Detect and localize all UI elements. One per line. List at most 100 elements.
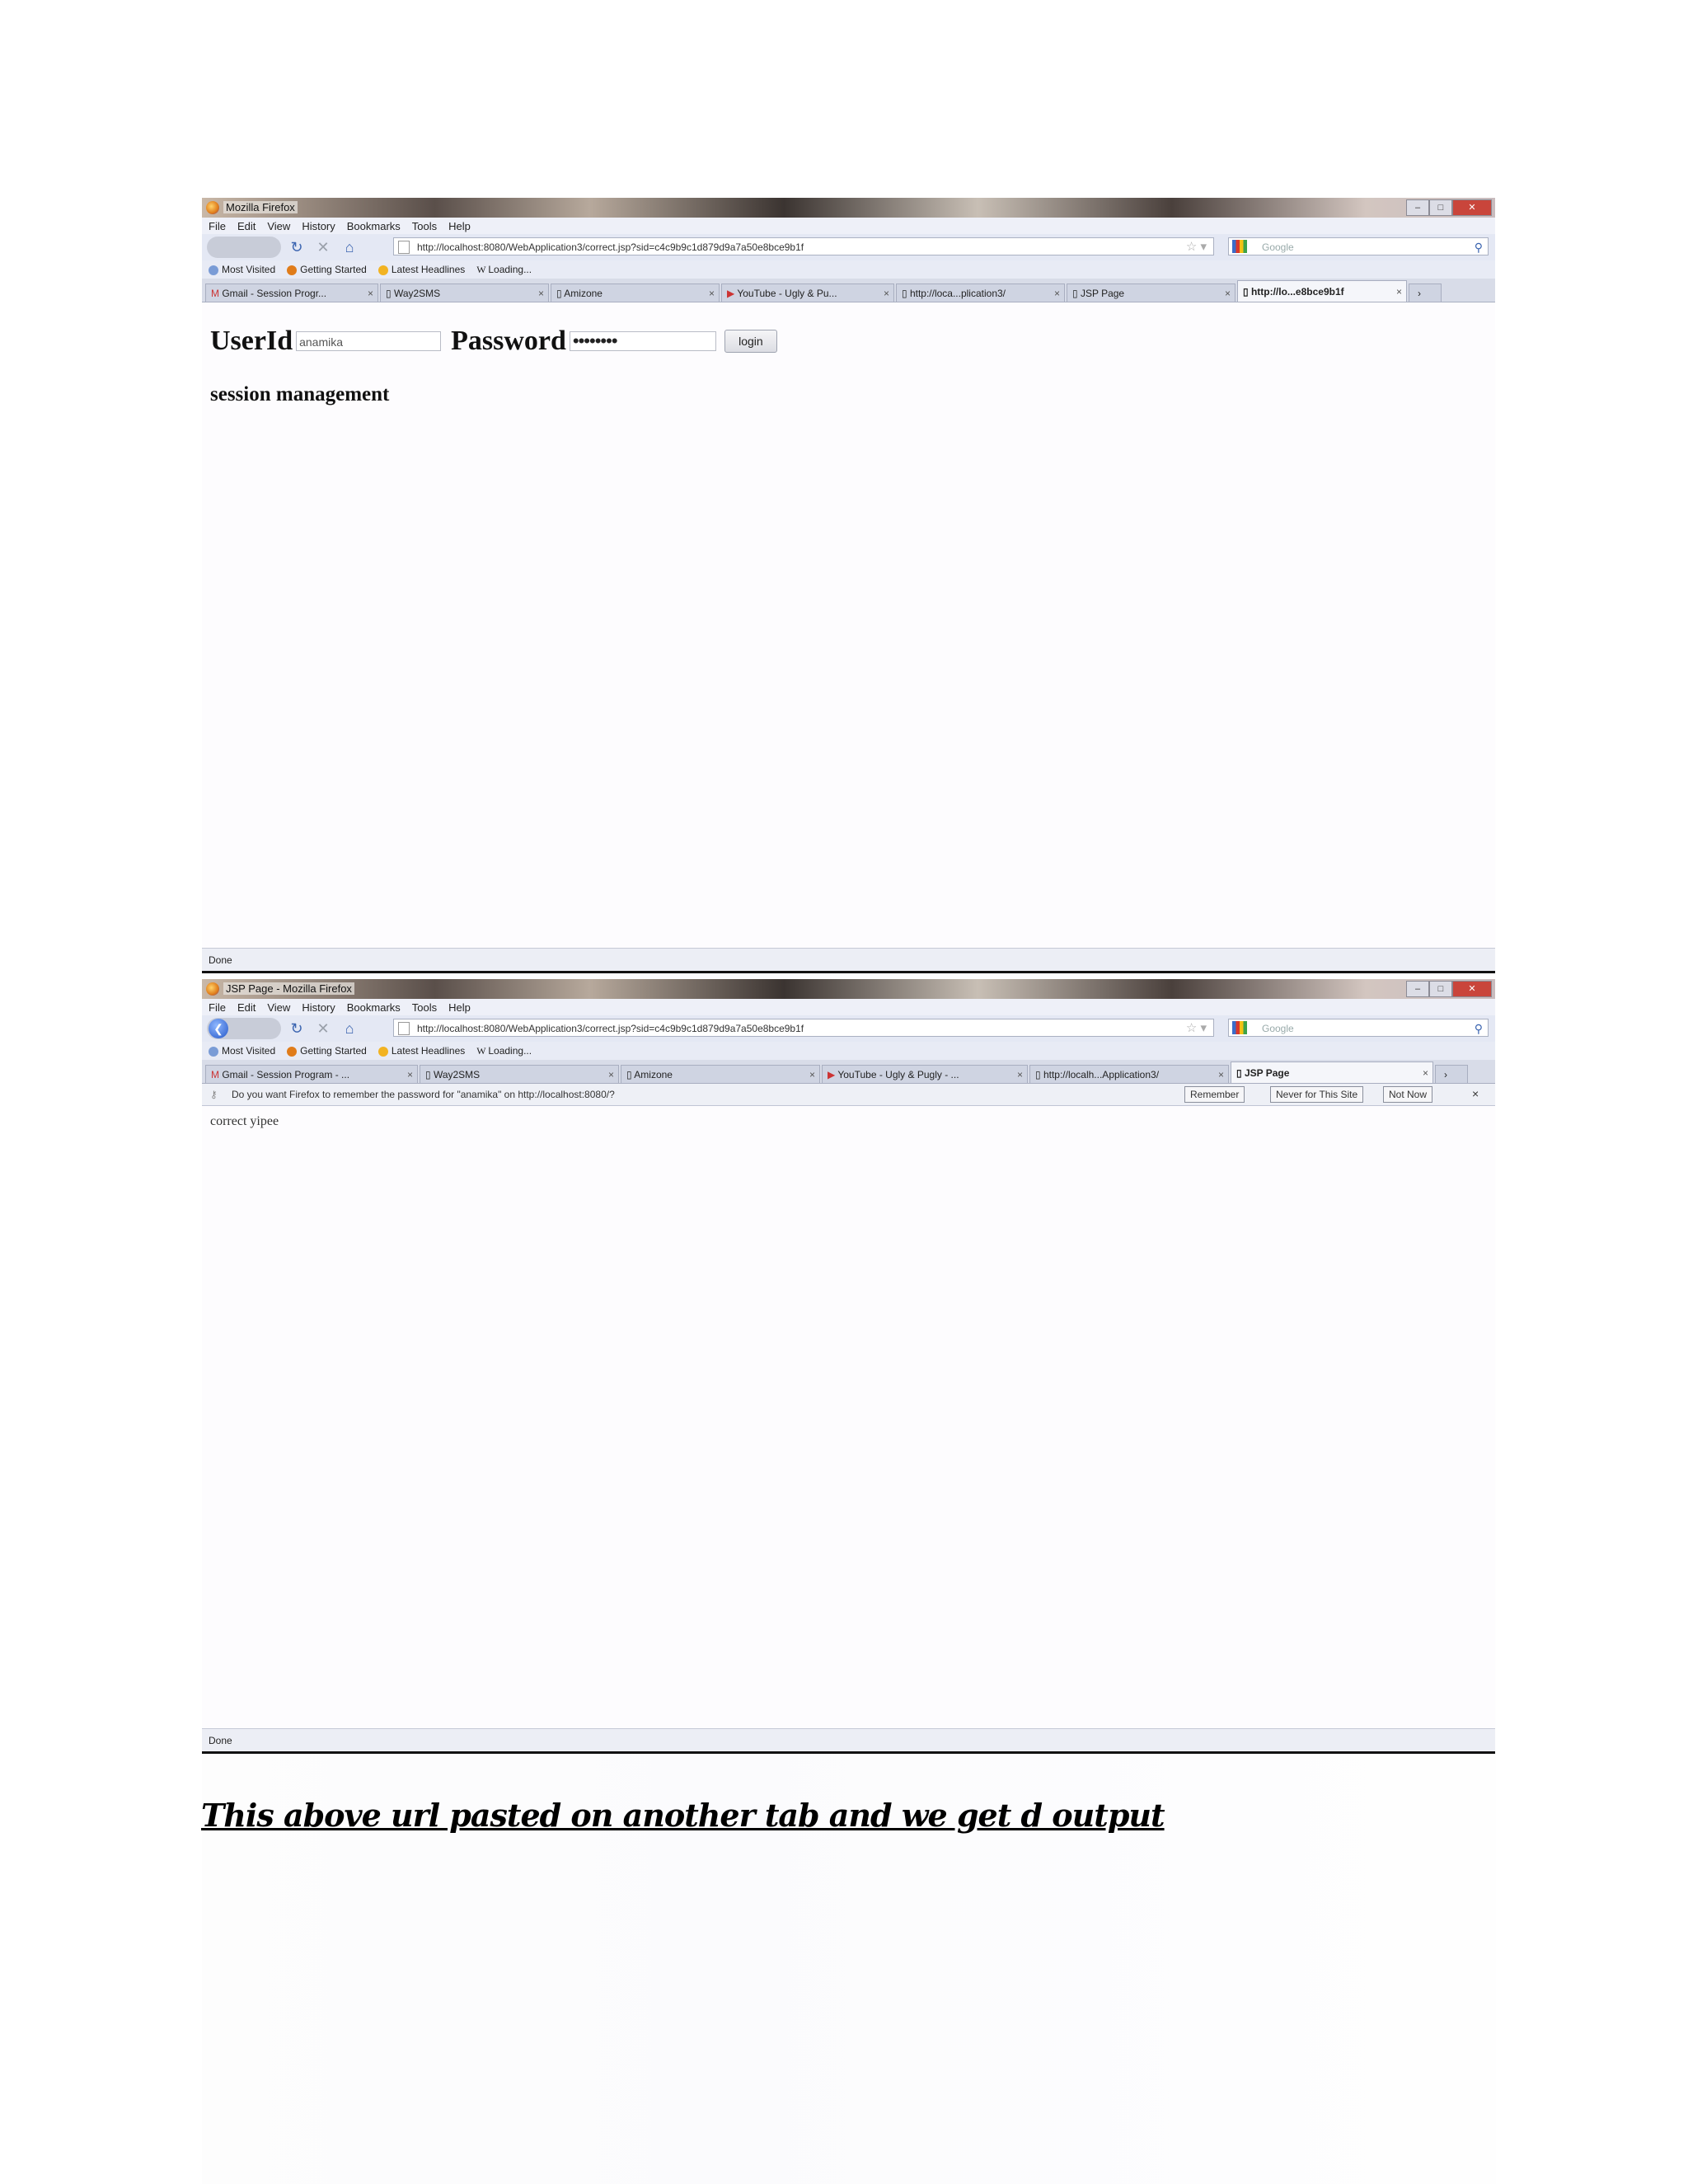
tab-localhost[interactable]: ▯ http://loca...plication3/×: [896, 284, 1065, 302]
close-icon[interactable]: ✕: [1452, 199, 1492, 216]
reload-icon[interactable]: ↻: [286, 1020, 307, 1038]
close-notification-icon[interactable]: ×: [1467, 1086, 1484, 1103]
tab-close-icon[interactable]: ×: [1017, 1066, 1023, 1083]
tab-gmail[interactable]: M Gmail - Session Progr... ×: [205, 284, 378, 302]
caption-text: This above url pasted on another tab and…: [201, 1797, 1165, 1834]
tab-amizone[interactable]: ▯ Amizone ×: [551, 284, 720, 302]
tab-localhost[interactable]: ▯ http://localh...Application3/×: [1029, 1065, 1229, 1083]
tab-scroll-right[interactable]: ›: [1435, 1065, 1468, 1083]
page-icon: ▯: [556, 288, 565, 299]
page-icon: ▯: [386, 288, 394, 299]
not-now-button[interactable]: Not Now: [1383, 1086, 1433, 1103]
reload-icon[interactable]: ↻: [286, 239, 307, 256]
menu-bookmarks[interactable]: Bookmarks: [347, 220, 401, 232]
menu-history[interactable]: History: [302, 220, 335, 232]
search-icon[interactable]: ⚲: [1475, 238, 1483, 256]
bookmark-loading[interactable]: W Loading...: [476, 264, 532, 276]
tab-close-icon[interactable]: ×: [809, 1066, 815, 1083]
bookmark-star-icon[interactable]: ☆ ▾: [1186, 1019, 1207, 1036]
tab-current[interactable]: ▯ JSP Page ×: [1231, 1062, 1433, 1083]
google-icon[interactable]: [1232, 240, 1247, 253]
back-forward-button[interactable]: [207, 237, 281, 258]
menu-tools[interactable]: Tools: [412, 1001, 437, 1014]
tab-close-icon[interactable]: ×: [884, 284, 889, 302]
stop-icon[interactable]: ✕: [312, 239, 334, 256]
rss-icon: [377, 265, 388, 275]
firefox-small-icon: [287, 1046, 298, 1057]
tab-way2sms[interactable]: ▯ Way2SMS ×: [420, 1065, 619, 1083]
page-icon: ▯: [1236, 1067, 1245, 1079]
bookmark-most-visited[interactable]: Most Visited: [209, 1045, 275, 1057]
bookmark-latest-headlines[interactable]: Latest Headlines: [377, 1045, 465, 1057]
menu-history[interactable]: History: [302, 1001, 335, 1014]
page-icon: ▯: [1035, 1069, 1043, 1080]
bookmark-getting-started[interactable]: Getting Started: [287, 1045, 367, 1057]
navigation-toolbar: ❮ ↻ ✕ ⌂ http://localhost:8080/WebApplica…: [202, 1015, 1495, 1042]
bookmark-most-visited[interactable]: Most Visited: [209, 264, 275, 275]
search-placeholder: Google: [1262, 1023, 1294, 1034]
menu-help[interactable]: Help: [448, 220, 471, 232]
menu-help[interactable]: Help: [448, 1001, 471, 1014]
menu-edit[interactable]: Edit: [237, 220, 256, 232]
menu-view[interactable]: View: [267, 1001, 290, 1014]
tab-current[interactable]: ▯ http://lo...e8bce9b1f ×: [1237, 280, 1407, 302]
menu-file[interactable]: File: [209, 1001, 226, 1014]
tab-jsp-page[interactable]: ▯ JSP Page ×: [1067, 284, 1236, 302]
password-input[interactable]: ••••••••: [569, 331, 716, 351]
home-icon[interactable]: ⌂: [339, 1020, 360, 1038]
tab-close-icon[interactable]: ×: [1423, 1062, 1428, 1083]
url-text: http://localhost:8080/WebApplication3/co…: [417, 1023, 804, 1034]
url-bar[interactable]: http://localhost:8080/WebApplication3/co…: [393, 1019, 1214, 1037]
minimize-icon[interactable]: –: [1406, 199, 1429, 216]
bookmark-loading[interactable]: W Loading...: [476, 1045, 532, 1057]
menu-view[interactable]: View: [267, 220, 290, 232]
bookmark-star-icon[interactable]: ☆ ▾: [1186, 238, 1207, 255]
tab-amizone[interactable]: ▯ Amizone ×: [621, 1065, 820, 1083]
search-bar[interactable]: Google ⚲: [1228, 237, 1489, 255]
tab-close-icon[interactable]: ×: [407, 1066, 413, 1083]
gmail-icon: M: [211, 288, 223, 299]
tab-way2sms[interactable]: ▯ Way2SMS ×: [380, 284, 549, 302]
tab-gmail[interactable]: M Gmail - Session Program - ... ×: [205, 1065, 418, 1083]
back-arrow-icon[interactable]: ❮: [209, 1019, 228, 1038]
firefox-icon: [206, 982, 219, 996]
menu-file[interactable]: File: [209, 220, 226, 232]
tab-close-icon[interactable]: ×: [538, 284, 544, 302]
tab-close-icon[interactable]: ×: [1396, 281, 1402, 302]
gmail-icon: M: [211, 1069, 223, 1080]
tab-close-icon[interactable]: ×: [608, 1066, 614, 1083]
minimize-icon[interactable]: –: [1406, 981, 1429, 997]
remember-button[interactable]: Remember: [1184, 1086, 1245, 1103]
youtube-icon: ▶: [828, 1069, 838, 1080]
userid-input[interactable]: anamika: [296, 331, 442, 351]
menu-edit[interactable]: Edit: [237, 1001, 256, 1014]
tab-youtube[interactable]: ▶ YouTube - Ugly & Pu... ×: [721, 284, 894, 302]
back-forward-button[interactable]: ❮: [207, 1018, 281, 1039]
password-label: Password: [451, 326, 566, 356]
google-icon[interactable]: [1232, 1021, 1247, 1034]
search-icon[interactable]: ⚲: [1475, 1019, 1483, 1038]
tab-scroll-right[interactable]: ›: [1409, 284, 1442, 302]
maximize-icon[interactable]: □: [1429, 981, 1452, 997]
password-notification-bar: ⚷ Do you want Firefox to remember the pa…: [202, 1084, 1495, 1106]
tab-youtube[interactable]: ▶ YouTube - Ugly & Pugly - ... ×: [822, 1065, 1028, 1083]
stop-icon[interactable]: ✕: [312, 1020, 334, 1038]
notification-text: Do you want Firefox to remember the pass…: [232, 1089, 615, 1100]
never-for-this-site-button[interactable]: Never for This Site: [1270, 1086, 1364, 1103]
close-icon[interactable]: ✕: [1452, 981, 1492, 997]
menu-tools[interactable]: Tools: [412, 220, 437, 232]
bookmark-latest-headlines[interactable]: Latest Headlines: [377, 264, 465, 275]
tab-close-icon[interactable]: ×: [709, 284, 715, 302]
home-icon[interactable]: ⌂: [339, 239, 360, 256]
bookmark-getting-started[interactable]: Getting Started: [287, 264, 367, 275]
search-bar[interactable]: Google ⚲: [1228, 1019, 1489, 1037]
tab-close-icon[interactable]: ×: [1054, 284, 1060, 302]
tab-close-icon[interactable]: ×: [368, 284, 373, 302]
menu-bookmarks[interactable]: Bookmarks: [347, 1001, 401, 1014]
window-controls: – □ ✕: [1406, 199, 1492, 216]
tab-close-icon[interactable]: ×: [1225, 284, 1231, 302]
maximize-icon[interactable]: □: [1429, 199, 1452, 216]
url-bar[interactable]: http://localhost:8080/WebApplication3/co…: [393, 237, 1214, 255]
login-button[interactable]: login: [724, 330, 777, 353]
tab-close-icon[interactable]: ×: [1218, 1066, 1224, 1083]
